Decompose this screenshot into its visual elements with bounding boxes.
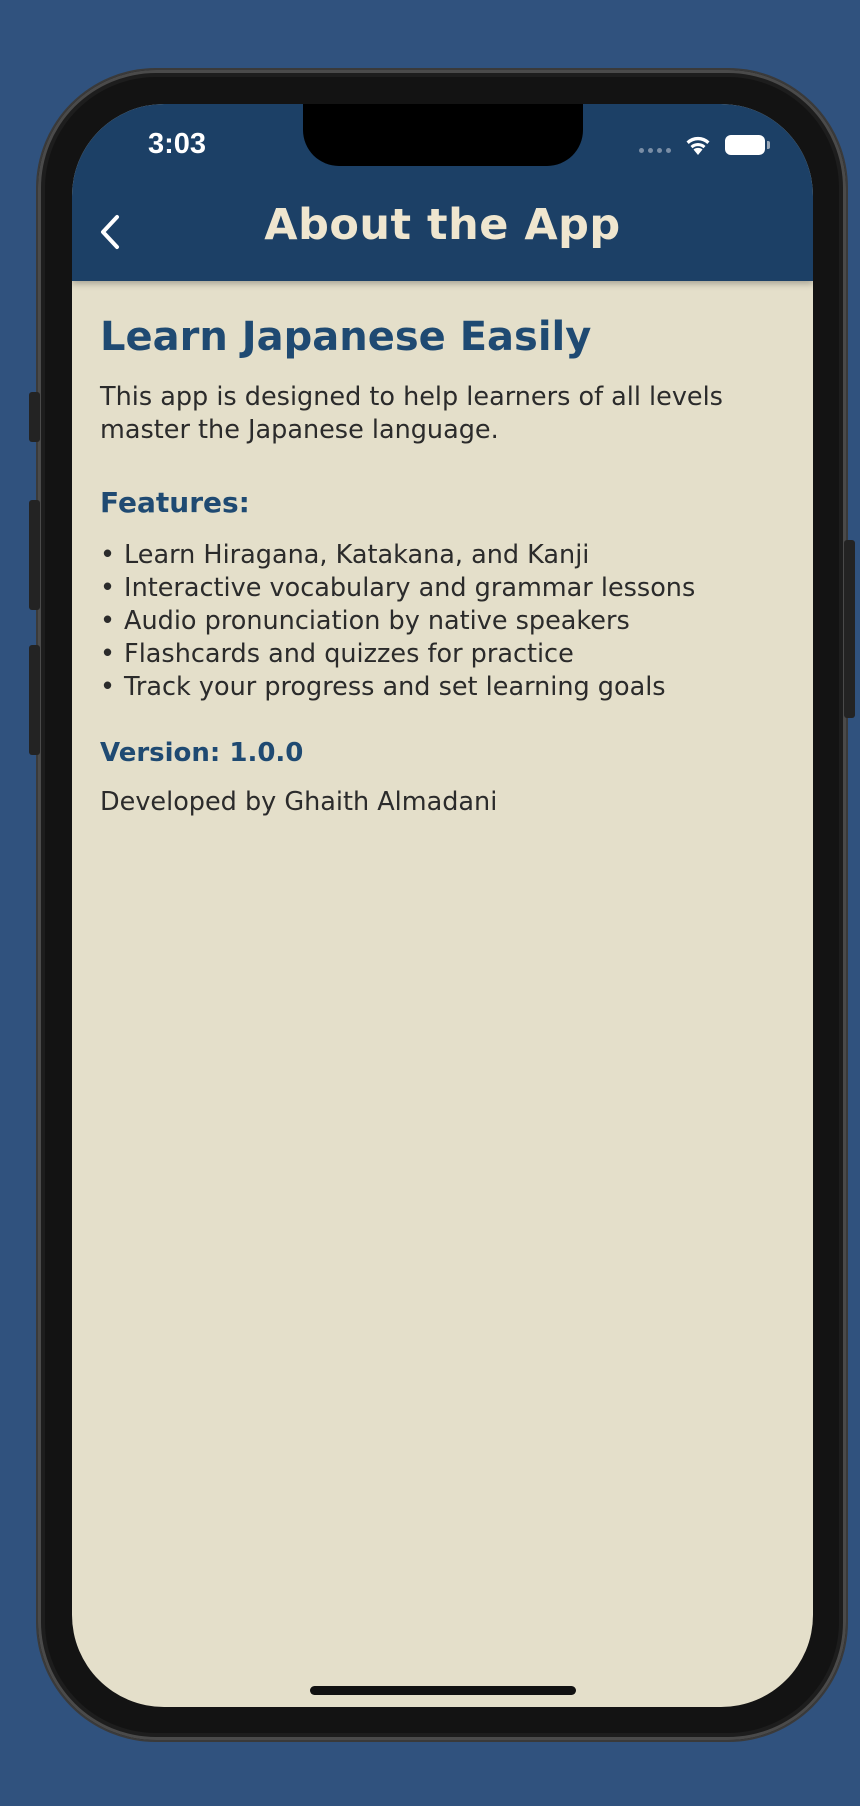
about-heading: Learn Japanese Easily (100, 314, 592, 360)
feature-item: • Track your progress and set learning go… (100, 671, 790, 704)
power-button (844, 540, 855, 718)
intro-text: This app is designed to help learners of… (100, 382, 723, 445)
wifi-icon (686, 136, 710, 155)
feature-item: • Audio pronunciation by native speakers (100, 605, 790, 638)
features-heading: Features: (100, 486, 250, 519)
cellular-dots-icon (639, 138, 671, 153)
bullet: • (100, 639, 116, 669)
volume-down-button (29, 645, 40, 755)
camera-notch (303, 104, 583, 166)
feature-item: • Interactive vocabulary and grammar less… (100, 572, 790, 605)
feature-item: • Flashcards and quizzes for practice (100, 638, 790, 671)
version-label: Version: 1.0.0 (100, 738, 304, 768)
chevron-left-icon (101, 215, 119, 249)
feature-text: Flashcards and quizzes for practice (124, 639, 574, 669)
home-indicator[interactable] (310, 1686, 576, 1695)
status-time: 3:03 (148, 128, 207, 160)
phone-screen: 3:03 About the App Learn Japanese Easily… (72, 104, 813, 1707)
feature-text: Audio pronunciation by native speakers (124, 606, 630, 636)
app-header: 3:03 About the App (72, 104, 813, 281)
bullet: • (100, 540, 116, 570)
feature-text: Learn Hiragana, Katakana, and Kanji (124, 540, 590, 570)
feature-text: Interactive vocabulary and grammar lesso… (124, 573, 696, 603)
mute-switch (29, 392, 40, 442)
volume-up-button (29, 500, 40, 610)
bullet: • (100, 573, 116, 603)
bullet: • (100, 606, 116, 636)
developer-credit: Developed by Ghaith Almadani (100, 787, 498, 817)
feature-item: • Learn Hiragana, Katakana, and Kanji (100, 539, 790, 572)
about-content: Learn Japanese Easily This app is design… (100, 311, 790, 819)
back-button[interactable] (90, 210, 130, 254)
battery-icon (725, 135, 770, 155)
status-icons (639, 134, 770, 156)
feature-text: Track your progress and set learning goa… (124, 672, 666, 702)
bullet: • (100, 672, 116, 702)
page-title: About the App (264, 200, 621, 250)
feature-list: • Learn Hiragana, Katakana, and Kanji • In… (100, 539, 790, 704)
